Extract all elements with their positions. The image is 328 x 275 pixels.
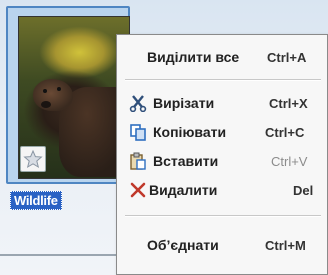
bear-head-shape — [33, 79, 73, 111]
menu-item-copy[interactable]: Копіювати Ctrl+C — [117, 120, 328, 144]
menu-item-shortcut: Ctrl+V — [271, 154, 308, 169]
menu-item-shortcut: Ctrl+A — [267, 50, 307, 65]
menu-item-label: Видалити — [149, 182, 218, 198]
menu-separator-highlight — [125, 216, 321, 217]
menu-item-merge[interactable]: Об’єднати Ctrl+M — [117, 233, 328, 257]
divider — [0, 254, 130, 256]
bear-eye-shape — [43, 89, 47, 93]
menu-item-label: Виділити все — [147, 49, 240, 65]
menu-item-shortcut: Ctrl+C — [265, 125, 305, 140]
menu-item-shortcut: Ctrl+X — [269, 96, 308, 111]
menu-item-label: Об’єднати — [147, 237, 219, 253]
bear-nose-shape — [41, 101, 51, 108]
menu-item-cut[interactable]: Вирізати Ctrl+X — [117, 91, 328, 115]
delete-x-icon — [129, 181, 147, 199]
menu-item-label: Вирізати — [153, 95, 215, 111]
context-menu: Виділити все Ctrl+A Вирізати Ctrl+X Копі… — [116, 34, 328, 275]
menu-item-label: Вставити — [153, 153, 219, 169]
file-thumbnail-tile[interactable] — [6, 6, 130, 184]
menu-item-delete[interactable]: Видалити Del — [117, 178, 328, 202]
paste-icon — [129, 152, 147, 170]
scissors-icon — [129, 94, 147, 113]
menu-item-shortcut: Ctrl+M — [265, 238, 306, 253]
menu-separator-highlight — [125, 80, 321, 81]
menu-item-shortcut: Del — [293, 183, 314, 198]
menu-item-label: Копіювати — [153, 124, 227, 140]
file-name-label[interactable]: Wildlife — [10, 191, 62, 210]
menu-item-select-all[interactable]: Виділити все Ctrl+A — [117, 45, 328, 69]
bear-eye-shape — [57, 87, 61, 91]
star-rating-icon — [20, 146, 46, 172]
copy-icon — [129, 123, 147, 141]
menu-item-paste[interactable]: Вставити Ctrl+V — [117, 149, 328, 173]
